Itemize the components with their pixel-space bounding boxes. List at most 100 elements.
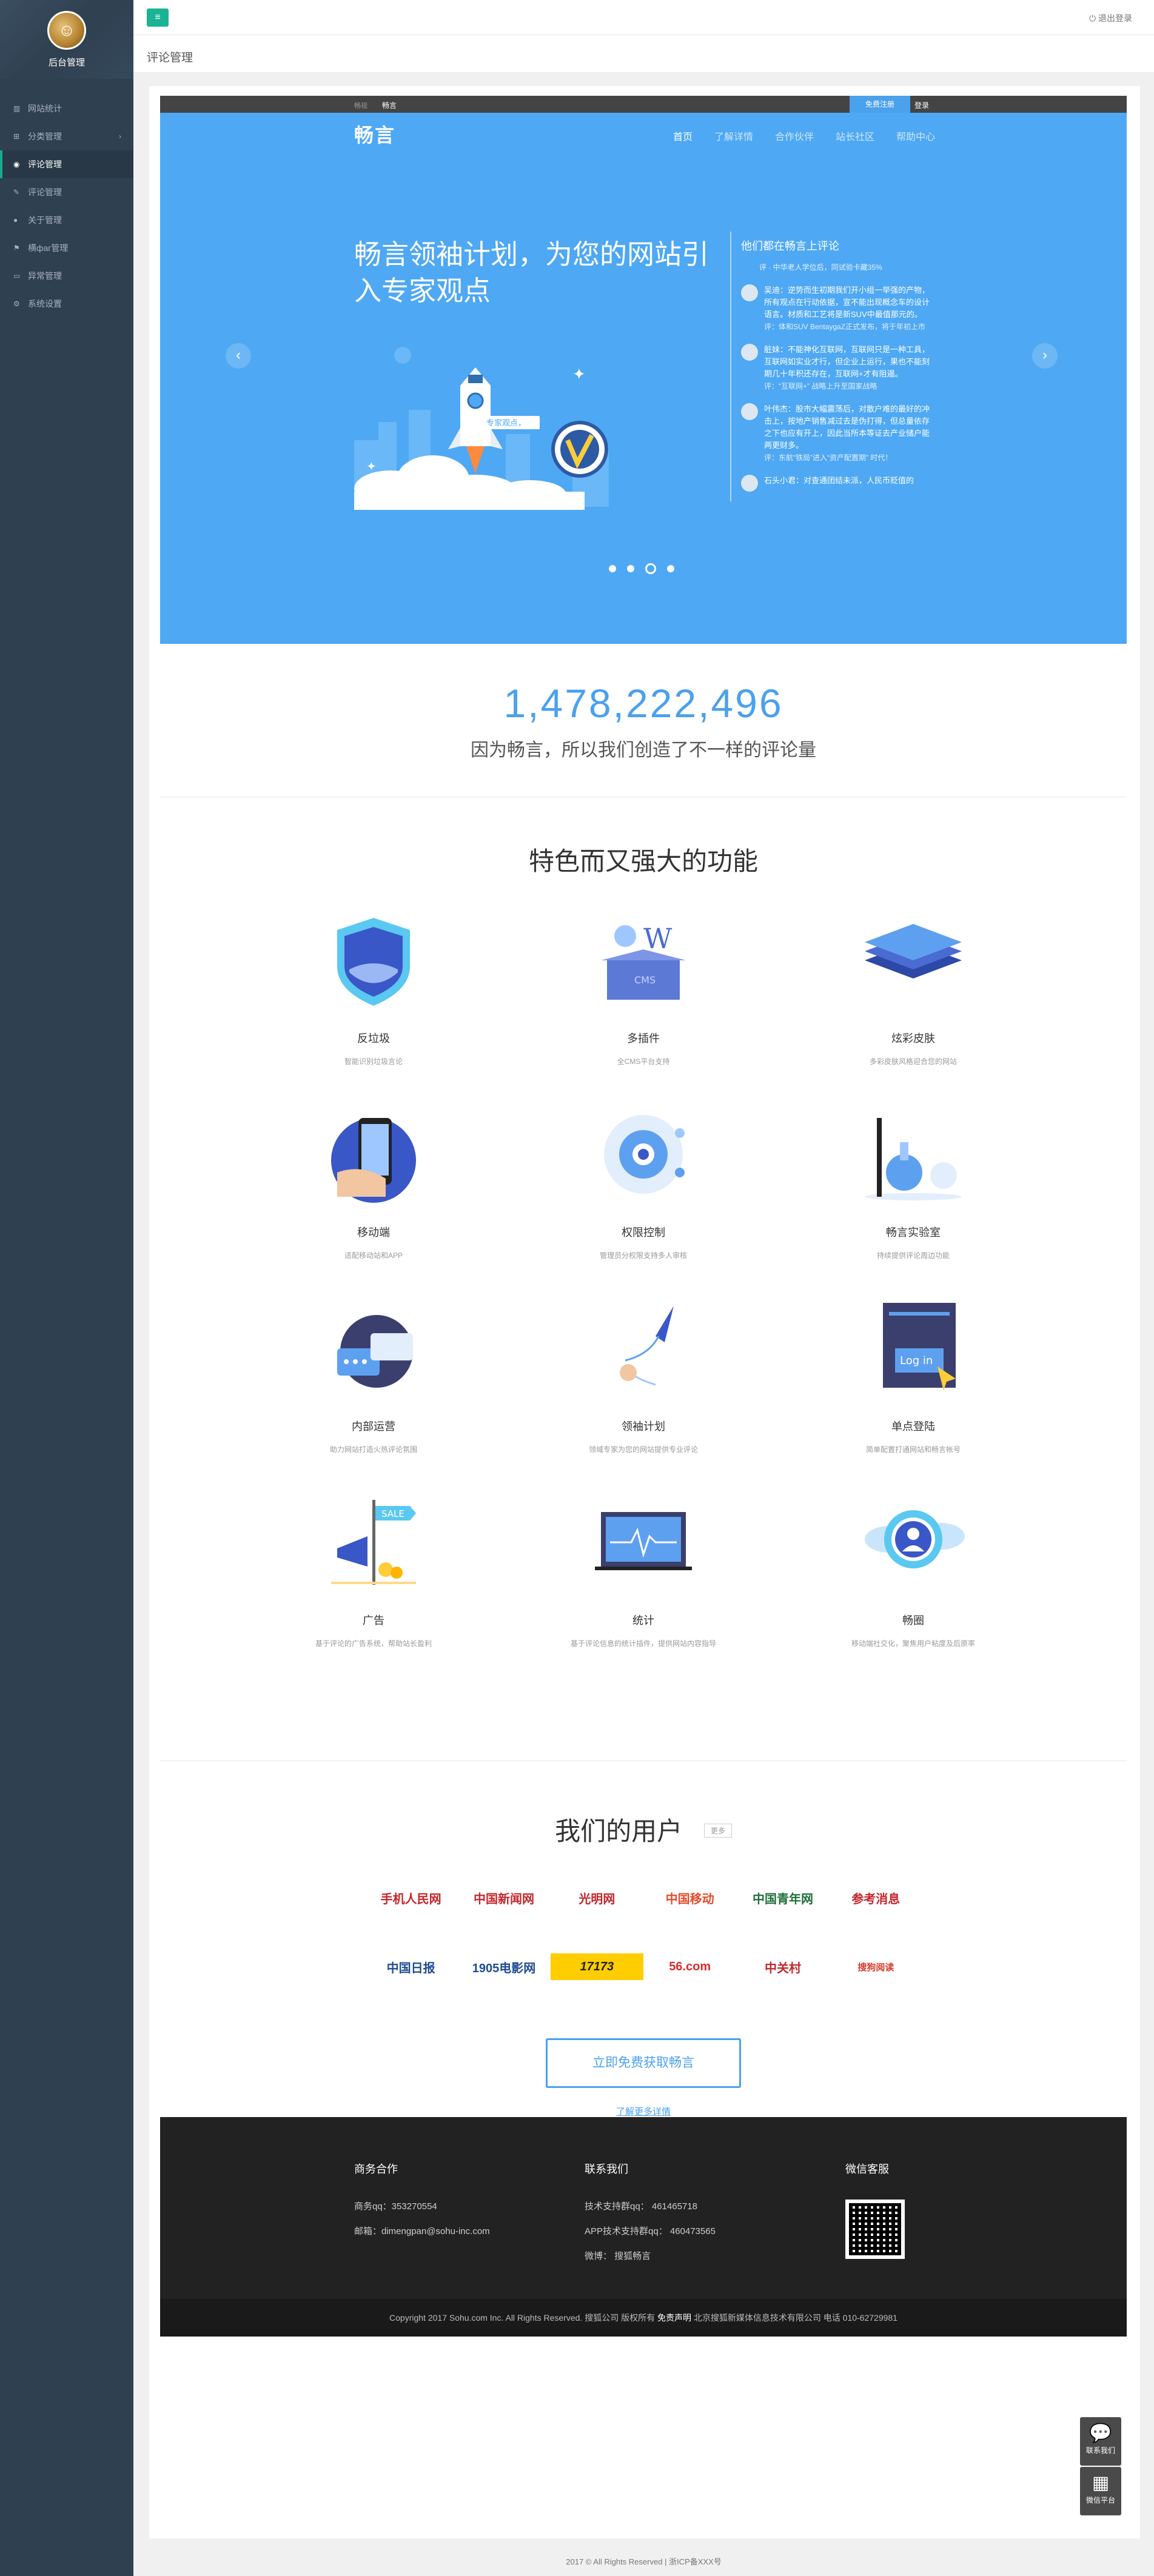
feature-name: 畅言实验室	[886, 1226, 941, 1239]
feature-name: 单点登陆	[891, 1420, 935, 1433]
category-icon: ⊞	[13, 132, 20, 141]
svg-text:Log in: Log in	[900, 1354, 933, 1367]
wechat-platform-button[interactable]: ▦ 微信平台	[1080, 2467, 1121, 2515]
chat-bubbles-icon	[337, 1315, 413, 1388]
breadcrumb-bar: 评论管理	[133, 35, 1154, 73]
partner-logo[interactable]: 中国青年网	[736, 1884, 829, 1911]
feature-desc: 适配移动站和APP	[344, 1251, 403, 1260]
logout-link[interactable]: ⏻ 退出登录	[1089, 12, 1132, 24]
topbar-link-changyan[interactable]: 畅言	[382, 100, 397, 110]
sidebar-item-label: 分类管理	[28, 132, 62, 141]
feature-stats: 统计 基于评论信息的统计插件，提供网站内容指导	[571, 1494, 716, 1650]
svg-text:W: W	[643, 922, 673, 955]
site-nav-partners[interactable]: 合作伙伴	[775, 129, 814, 143]
feature-plugins: CMS W 多插件 全CMS平台支持	[571, 912, 716, 1068]
site-nav-help[interactable]: 帮助中心	[896, 129, 935, 143]
footer-email[interactable]: 邮箱：dimengpan@sohu-inc.com	[354, 2224, 490, 2237]
contact-us-label: 联系我们	[1085, 2446, 1115, 2455]
carousel-dot[interactable]	[627, 565, 634, 572]
site-nav: 首页 了解详情 合作伙伴 站长社区 帮助中心	[673, 129, 935, 143]
feature-desc: 简单配置打通网站和畅言帐号	[865, 1445, 961, 1454]
partner-logo[interactable]: 中国新闻网	[457, 1884, 550, 1911]
feature-desc: 全CMS平台支持	[617, 1057, 670, 1066]
sidebar-item-label: 横фаг管理	[28, 243, 69, 253]
comments-panel: 他们都在畅言上评论 评 · 中华老人学位后，同试验卡藏35% 吴迪：逆势而生初期…	[730, 232, 933, 501]
comment-avatar	[741, 344, 758, 361]
comment-meta[interactable]: 评：东航“铁局”进入“资产配置期” 时代！	[764, 452, 933, 464]
feature-name: 统计	[632, 1614, 654, 1627]
sidebar-item-exceptions[interactable]: ▭ 异常管理	[0, 262, 133, 290]
login-link[interactable]: 登录	[914, 100, 929, 110]
users-title: 我们的用户	[555, 1817, 683, 1845]
feature-desc: 管理员分权限支持多人审核	[599, 1251, 687, 1260]
topbar-link-changshi[interactable]: 畅视	[354, 101, 367, 110]
megaphone-icon: SALE	[331, 1500, 416, 1585]
menu-toggle-button[interactable]: ≡	[147, 8, 169, 27]
comment-meta[interactable]: 评：“互联网+” 战略上升至国家战略	[764, 380, 933, 392]
register-button[interactable]: 免费注册	[850, 96, 910, 113]
carousel-dot-active[interactable]	[645, 563, 656, 574]
carousel-next-button[interactable]: ›	[1032, 343, 1058, 369]
sidebar: ☺ 后台管理 ▥ 网站统计 ⊞ 分类管理 › ◉ 评论管理 ✎ 评论管理 ● 关于管理 ⚑ 横…	[0, 0, 133, 2576]
carousel-prev-button[interactable]: ‹	[226, 343, 251, 369]
sidebar-item-comments-active[interactable]: ◉ 评论管理	[0, 150, 133, 178]
partner-logo[interactable]: 参考消息	[830, 1884, 922, 1911]
feature-sso: Log in 单点登陆 简单配置打通网站和畅言帐号	[840, 1300, 986, 1456]
user-circle-icon	[865, 1510, 965, 1568]
contact-us-button[interactable]: 💬 联系我们	[1080, 2417, 1121, 2466]
footer-weibo-link[interactable]: 微博： 搜狐畅言	[585, 2249, 716, 2262]
copyright: Copyright 2017 Sohu.com Inc. All Rights …	[160, 2299, 1127, 2337]
partner-logo[interactable]: 搜狗阅读	[830, 1953, 922, 1980]
carousel-dot[interactable]	[609, 565, 616, 572]
comment-avatar	[741, 403, 758, 420]
rocket-illustration: 专家观点， ✦ ✦	[354, 347, 609, 510]
site-nav-details[interactable]: 了解详情	[714, 129, 753, 143]
feature-desc: 基于评论信息的统计插件，提供网站内容指导	[571, 1639, 717, 1648]
site-nav-home[interactable]: 首页	[673, 129, 693, 143]
partner-logo[interactable]: 56.com	[643, 1953, 736, 1980]
cms-box-icon: CMS W	[601, 922, 686, 1000]
more-users-button[interactable]: 更多	[703, 1824, 732, 1838]
learn-more-link[interactable]: 了解更多详情	[160, 2105, 1127, 2118]
sidebar-item-stats[interactable]: ▥ 网站统计	[0, 95, 133, 122]
site-logo[interactable]: 畅言	[354, 120, 395, 148]
users-title-row: 我们的用户 更多	[160, 1811, 1127, 1848]
sidebar-item-comments[interactable]: ✎ 评论管理	[0, 178, 133, 206]
site-nav-community[interactable]: 站长社区	[836, 129, 874, 143]
logout-label: 退出登录	[1098, 13, 1132, 23]
svg-text:CMS: CMS	[634, 974, 656, 986]
comment-item: 叶伟杰：股市大幅震荡后，对散户难的最好的冲击上，按地产销售减过去是伪打得，但总量…	[741, 403, 933, 464]
partner-logo[interactable]: 光明网	[551, 1884, 643, 1911]
svg-text:✦: ✦	[572, 365, 586, 383]
feature-ads: SALE 广告 基于评论的广告系统，帮助站长盈利	[301, 1494, 446, 1650]
comment-avatar	[741, 284, 758, 301]
embedded-site: 畅视 畅言 免费注册 登录 畅言 首页 了解详情 合作伙伴 站长社区 帮助中心 …	[160, 96, 1127, 2337]
features-title: 特色而又强大的功能	[528, 847, 758, 875]
partner-logo[interactable]: 手机人民网	[364, 1884, 457, 1911]
partner-logo[interactable]: 中关村	[736, 1953, 829, 1980]
sidebar-item-category[interactable]: ⊞ 分类管理 ›	[0, 122, 133, 150]
feature-name: 内部运营	[352, 1420, 395, 1433]
partner-logo[interactable]: 17173	[550, 1953, 643, 1980]
partner-logos: 手机人民网 中国新闻网 光明网 中国移动 中国青年网 参考消息 中国日报 190…	[364, 1884, 922, 1980]
partner-logo[interactable]: 中国移动	[643, 1884, 736, 1911]
sidebar-item-settings[interactable]: ⚙ 系统设置	[0, 290, 133, 318]
carousel-dot[interactable]	[667, 565, 674, 572]
partner-logo[interactable]: 1905电影网	[457, 1953, 550, 1980]
sidebar-item-label: 评论管理	[28, 159, 62, 169]
comment-meta[interactable]: 评：体和SUV BentaygaZ正式发布，将于年初上市	[764, 321, 933, 333]
rocket-icon	[620, 1306, 674, 1386]
site-topbar: 畅视 畅言 免费注册 登录	[160, 96, 1127, 113]
user-icon: ●	[13, 216, 18, 224]
top-bar: ≡ ⏻ 退出登录	[133, 0, 1154, 35]
partner-logo[interactable]: 中国日报	[364, 1953, 457, 1980]
sidebar-item-banner[interactable]: ⚑ 横фаг管理	[0, 234, 133, 262]
avatar[interactable]: ☺	[47, 10, 86, 50]
feature-antispam: 反垃圾 智能识别垃圾言论	[301, 912, 446, 1068]
get-changyan-button[interactable]: 立即免费获取畅言	[546, 2038, 741, 2088]
feature-name: 多插件	[627, 1032, 660, 1045]
sidebar-item-about[interactable]: ● 关于管理	[0, 206, 133, 234]
feature-desc: 基于评论的广告系统，帮助站长盈利	[315, 1639, 432, 1648]
disclaimer-link[interactable]: 免责声明	[657, 2313, 691, 2323]
footer-app-qq: APP技术支持群qq： 460473565	[585, 2226, 716, 2236]
